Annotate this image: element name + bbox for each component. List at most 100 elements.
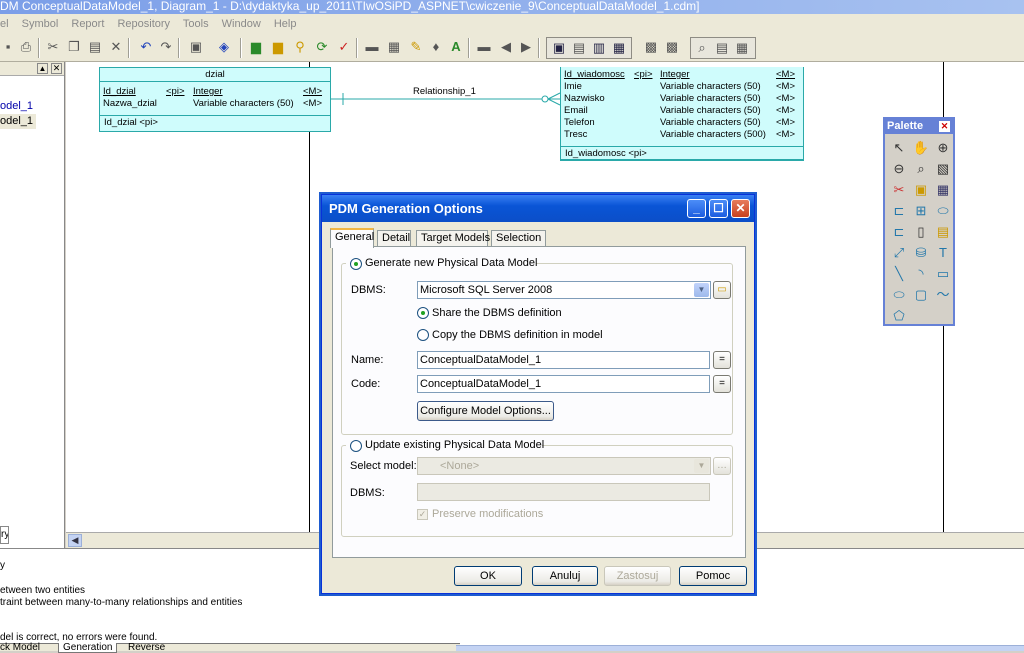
update-existing-radio[interactable] — [350, 440, 362, 452]
pointer-icon[interactable]: ↖ — [889, 138, 909, 158]
line-icon[interactable]: ╲ — [889, 264, 909, 284]
chevron-down-icon[interactable]: ▼ — [694, 283, 709, 297]
arc-icon[interactable]: ◝ — [911, 264, 931, 284]
folder-browse-icon[interactable]: ▭ — [713, 281, 731, 299]
tree-item-model[interactable]: odel_1 — [0, 99, 64, 114]
dbms-existing-field[interactable] — [417, 483, 710, 501]
browser-tab[interactable]: ry — [0, 526, 9, 544]
polyline-icon[interactable]: 〜 — [933, 285, 953, 305]
inheritance-icon[interactable]: ⊏ — [889, 201, 909, 221]
hand-icon[interactable]: ✋ — [911, 138, 931, 158]
result-icon[interactable]: ▦ — [734, 40, 750, 56]
copy-dbms-radio[interactable] — [417, 329, 429, 341]
entity-tool-icon[interactable]: ▣ — [911, 180, 931, 200]
image2-icon[interactable]: ▩ — [664, 39, 680, 55]
print-icon[interactable]: ⎙ — [18, 39, 34, 55]
image-icon[interactable]: ▩ — [643, 39, 659, 55]
polygon-icon[interactable]: ⬠ — [889, 306, 909, 326]
configure-model-options-button[interactable]: Configure Model Options... — [417, 401, 554, 421]
output-horizontal-scrollbar[interactable] — [456, 645, 1024, 651]
relationship-tool-icon[interactable]: ⊏ — [889, 222, 909, 242]
zoom-in-icon[interactable]: ⊕ — [933, 138, 953, 158]
menu-window[interactable]: Window — [222, 18, 261, 30]
redo-icon[interactable]: ↷ — [158, 39, 174, 55]
arrow-left-icon[interactable]: ◀ — [498, 39, 514, 55]
storage-icon[interactable]: ⛁ — [911, 243, 931, 263]
align-icon[interactable]: ▦ — [386, 39, 402, 55]
association-icon[interactable]: ⬭ — [933, 201, 953, 221]
output-icon[interactable]: ▤ — [714, 40, 730, 56]
text-tool-icon[interactable]: T — [933, 243, 953, 263]
rectangle-icon[interactable]: ▭ — [933, 264, 953, 284]
menu-report[interactable]: Report — [71, 18, 104, 30]
cut-icon[interactable]: ✂ — [45, 39, 61, 55]
cancel-button[interactable]: Anuluj — [532, 566, 598, 586]
select-model-browse-button[interactable]: … — [713, 457, 731, 475]
find-icon[interactable]: ⚲ — [292, 39, 308, 55]
menu-tools[interactable]: Tools — [183, 18, 209, 30]
name-field[interactable]: ConceptualDataModel_1 — [417, 351, 710, 369]
properties-icon[interactable]: ▣ — [188, 39, 204, 55]
close-icon[interactable]: ✕ — [939, 121, 950, 132]
preserve-checkbox[interactable]: ✓ — [417, 509, 428, 520]
save-icon[interactable]: ▪ — [0, 39, 16, 55]
menu-repository[interactable]: Repository — [117, 18, 170, 30]
dbms-select[interactable]: Microsoft SQL Server 2008 ▼ — [417, 281, 711, 299]
tab-selection[interactable]: Selection — [491, 230, 546, 247]
ok-button[interactable]: OK — [454, 566, 522, 586]
undo-icon[interactable]: ↶ — [138, 39, 154, 55]
tab-target-models[interactable]: Target Models — [416, 230, 490, 247]
select-model-dropdown[interactable]: <None> ▼ — [417, 457, 711, 475]
share-dbms-radio[interactable] — [417, 307, 429, 319]
rounded-rect-icon[interactable]: ▢ — [911, 285, 931, 305]
open-icon[interactable]: ▆ — [248, 39, 264, 55]
zoom-icon[interactable]: ⌕ — [911, 159, 931, 179]
link-icon[interactable]: ⤢ — [889, 243, 909, 263]
file-icon[interactable]: ▯ — [911, 222, 931, 242]
scroll-left-icon[interactable]: ◀ — [68, 534, 82, 547]
model-icon[interactable]: ◈ — [216, 39, 232, 55]
cut-tool-icon[interactable]: ✂ — [889, 180, 909, 200]
view-split-icon[interactable]: ▦ — [611, 40, 627, 56]
name-equals-button[interactable]: = — [713, 351, 731, 369]
close-icon[interactable]: ✕ — [731, 199, 750, 218]
browser-icon[interactable]: ⌕ — [694, 40, 710, 56]
tab-generation[interactable]: Generation — [58, 643, 118, 653]
entity-dzial[interactable]: dzial Id_dzial <pi> Integer <M> Nazwa_dz… — [99, 67, 331, 132]
minimize-pane-icon[interactable]: ▲ — [37, 63, 48, 74]
close-pane-icon[interactable]: ✕ — [51, 63, 62, 74]
pencil-icon[interactable]: ✎ — [408, 39, 424, 55]
menu-help[interactable]: Help — [274, 18, 297, 30]
tree-item-model-selected[interactable]: odel_1 — [0, 114, 36, 129]
ellipse-icon[interactable]: ⬭ — [889, 285, 909, 305]
format-icon[interactable]: ▬ — [476, 39, 492, 55]
chevron-down-icon[interactable]: ▼ — [694, 459, 709, 473]
check-icon[interactable]: ✓ — [336, 39, 352, 55]
package-icon[interactable]: ▧ — [933, 159, 953, 179]
table-tool-icon[interactable]: ▦ — [933, 180, 953, 200]
view-detail-icon[interactable]: ▥ — [591, 40, 607, 56]
view-table-icon[interactable]: ▣ — [551, 40, 567, 56]
font-icon[interactable]: A — [448, 39, 464, 55]
entity-wiadomosc[interactable]: Id_wiadomosc <pi> Integer <M> Imie Varia… — [560, 67, 804, 161]
code-equals-button[interactable]: = — [713, 375, 731, 393]
note-icon[interactable]: ▤ — [933, 222, 953, 242]
tab-general[interactable]: General — [330, 228, 374, 248]
hierarchy-icon[interactable]: ⊞ — [911, 201, 931, 221]
code-field[interactable]: ConceptualDataModel_1 — [417, 375, 710, 393]
minimize-icon[interactable]: _ — [687, 199, 706, 218]
menu-file[interactable]: el — [0, 18, 9, 30]
help-button[interactable]: Pomoc — [679, 566, 747, 586]
arrow-right-icon[interactable]: ▶ — [518, 39, 534, 55]
shape-icon[interactable]: ▬ — [364, 39, 380, 55]
fill-icon[interactable]: ♦ — [428, 39, 444, 55]
zoom-out-icon[interactable]: ⊖ — [889, 159, 909, 179]
tab-detail[interactable]: Detail — [377, 230, 411, 247]
folder-icon[interactable]: ▆ — [270, 39, 286, 55]
maximize-icon[interactable]: ☐ — [709, 199, 728, 218]
paste-icon[interactable]: ▤ — [87, 39, 103, 55]
view-list-icon[interactable]: ▤ — [571, 40, 587, 56]
copy-icon[interactable]: ❐ — [66, 39, 82, 55]
refresh-icon[interactable]: ⟳ — [314, 39, 330, 55]
delete-icon[interactable]: ✕ — [108, 39, 124, 55]
